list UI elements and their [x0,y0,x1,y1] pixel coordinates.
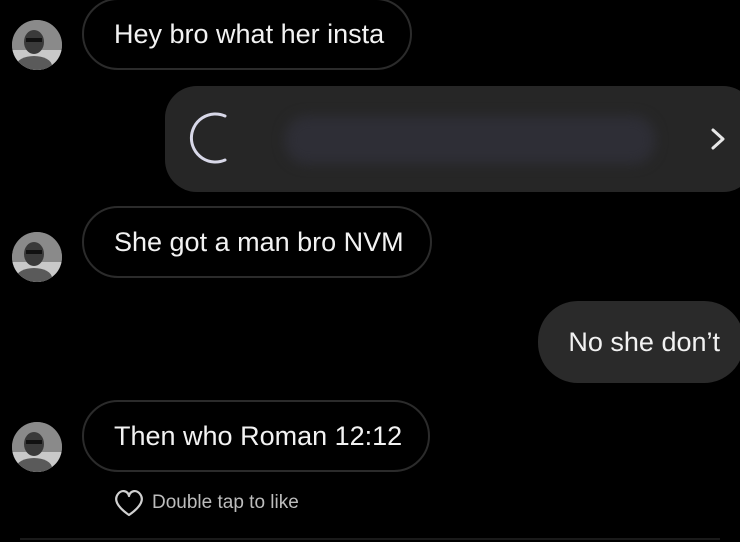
loading-spinner-icon [189,112,227,164]
profile-photo-icon [12,422,62,472]
message-text: No she don’t [568,326,720,357]
message-bubble-incoming[interactable]: Hey bro what her insta [82,0,413,70]
shared-post-card[interactable] [165,86,740,192]
avatar[interactable] [12,20,62,70]
message-text: Hey bro what her insta [114,18,385,49]
message-text: Then who Roman 12:12 [114,420,403,451]
profile-photo-icon [12,232,62,282]
redacted-content [285,116,655,164]
heart-outline-icon[interactable] [112,488,146,518]
chevron-right-icon[interactable] [707,124,729,154]
message-text: She got a man bro NVM [114,226,404,257]
profile-photo-icon [12,20,62,70]
like-hint[interactable]: Double tap to like [112,488,299,518]
divider [20,538,720,540]
like-hint-label: Double tap to like [152,492,299,513]
message-bubble-incoming[interactable]: Then who Roman 12:12 [82,400,431,472]
avatar[interactable] [12,422,62,472]
message-bubble-outgoing[interactable]: No she don’t [538,301,740,383]
avatar[interactable] [12,232,62,282]
message-bubble-incoming[interactable]: She got a man bro NVM [82,206,432,278]
